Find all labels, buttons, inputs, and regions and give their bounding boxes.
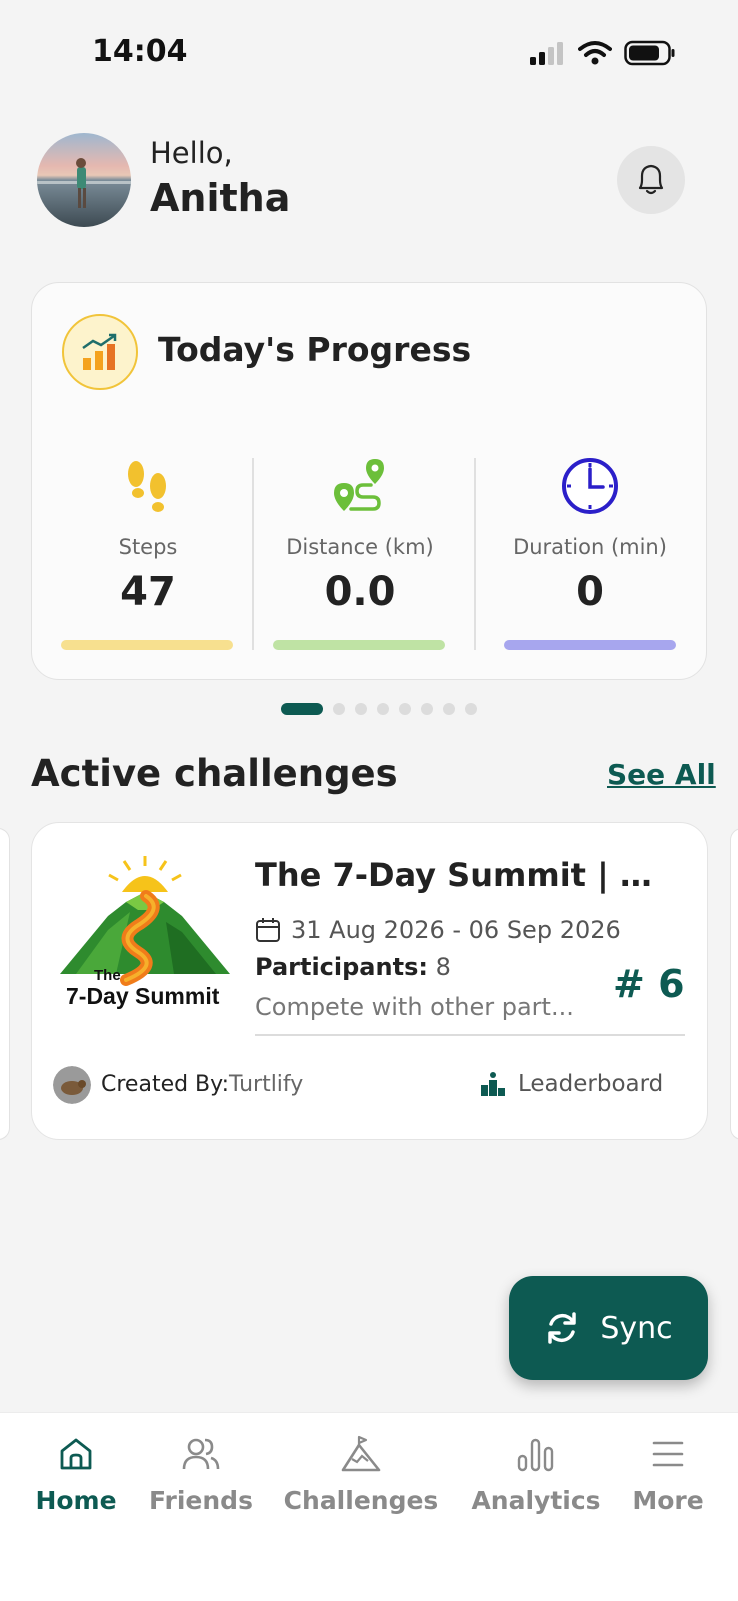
footprints-icon (128, 461, 166, 512)
cellular-signal-icon (530, 42, 563, 65)
next-card-peek[interactable] (730, 828, 738, 1140)
duration-metric: Duration (min) 0 (490, 455, 690, 615)
metric-divider (474, 458, 476, 650)
see-all-link[interactable]: See All (607, 758, 716, 791)
challenge-title: The 7-Day Summit | W... (255, 856, 675, 894)
created-by: Created By:Turtlify (101, 1072, 303, 1097)
steps-value: 47 (120, 569, 176, 615)
distance-label: Distance (km) (286, 535, 434, 559)
progress-chart-icon (62, 314, 138, 390)
previous-card-peek[interactable] (0, 828, 10, 1140)
participants-label: Participants: (255, 953, 428, 981)
tab-challenges-label: Challenges (283, 1486, 439, 1515)
participants-value: 8 (435, 953, 451, 981)
challenge-description: Compete with other part... (255, 993, 574, 1021)
pager-dot[interactable] (443, 703, 455, 715)
tab-analytics-label: Analytics (471, 1486, 601, 1515)
friends-icon (182, 1438, 220, 1470)
pager-dot[interactable] (399, 703, 411, 715)
sync-button[interactable]: Sync (509, 1276, 708, 1380)
leaderboard-label: Leaderboard (518, 1071, 664, 1097)
pager-dot[interactable] (465, 703, 477, 715)
status-icons (528, 38, 676, 68)
challenge-logo: The 7-Day Summit (56, 852, 234, 1030)
notifications-button[interactable] (617, 146, 685, 214)
podium-icon (481, 1072, 505, 1096)
duration-bar (504, 640, 676, 650)
steps-metric: Steps 47 (48, 455, 248, 615)
pager-dot[interactable] (355, 703, 367, 715)
sync-label: Sync (600, 1310, 673, 1346)
route-icon (334, 459, 384, 511)
tab-home-label: Home (35, 1486, 117, 1515)
duration-label: Duration (min) (513, 535, 667, 559)
tab-more-label: More (632, 1486, 704, 1515)
clock-icon (562, 458, 618, 514)
active-challenges-title: Active challenges (31, 752, 398, 795)
pager-dot[interactable] (421, 703, 433, 715)
metric-divider (252, 458, 254, 650)
challenge-dates: 31 Aug 2026 - 06 Sep 2026 (255, 916, 621, 944)
analytics-icon (517, 1438, 554, 1472)
tab-challenges[interactable]: Challenges (276, 1432, 446, 1515)
challenge-participants: Participants: 8 (255, 953, 451, 981)
duration-value: 0 (576, 569, 604, 615)
battery-icon (624, 40, 675, 66)
menu-icon (652, 1441, 684, 1467)
challenge-date-range: 31 Aug 2026 - 06 Sep 2026 (291, 916, 621, 944)
home-icon (60, 1438, 92, 1470)
steps-label: Steps (118, 535, 178, 559)
challenge-rank: # 6 (613, 962, 685, 1006)
sync-icon (548, 1312, 577, 1344)
wifi-icon (578, 41, 612, 65)
progress-pager[interactable] (281, 703, 477, 715)
leaderboard-button[interactable]: Leaderboard (480, 1071, 663, 1097)
greeting-text: Hello, (150, 136, 233, 170)
user-avatar[interactable] (37, 133, 131, 227)
logo-text-large: 7-Day Summit (66, 983, 220, 1009)
calendar-icon (256, 918, 280, 942)
distance-bar (273, 640, 445, 650)
card-divider (255, 1034, 685, 1036)
creator-avatar (53, 1066, 91, 1104)
tab-home[interactable]: Home (6, 1432, 146, 1515)
tab-friends[interactable]: Friends (131, 1432, 271, 1515)
created-by-label: Created By: (101, 1072, 229, 1097)
pager-dot-active[interactable] (281, 703, 323, 715)
status-time: 14:04 (92, 34, 188, 69)
distance-value: 0.0 (324, 569, 396, 615)
steps-bar (61, 640, 233, 650)
mountain-flag-icon (341, 1435, 381, 1472)
created-by-value: Turtlify (228, 1072, 304, 1097)
tab-more[interactable]: More (598, 1432, 738, 1515)
progress-title: Today's Progress (158, 330, 472, 369)
distance-metric: Distance (km) 0.0 (260, 455, 460, 615)
pager-dot[interactable] (333, 703, 345, 715)
tab-friends-label: Friends (149, 1486, 253, 1515)
pager-dot[interactable] (377, 703, 389, 715)
logo-text-small: The (94, 967, 121, 984)
tab-analytics[interactable]: Analytics (466, 1432, 606, 1515)
bell-icon (638, 164, 664, 195)
user-name: Anitha (150, 176, 291, 220)
